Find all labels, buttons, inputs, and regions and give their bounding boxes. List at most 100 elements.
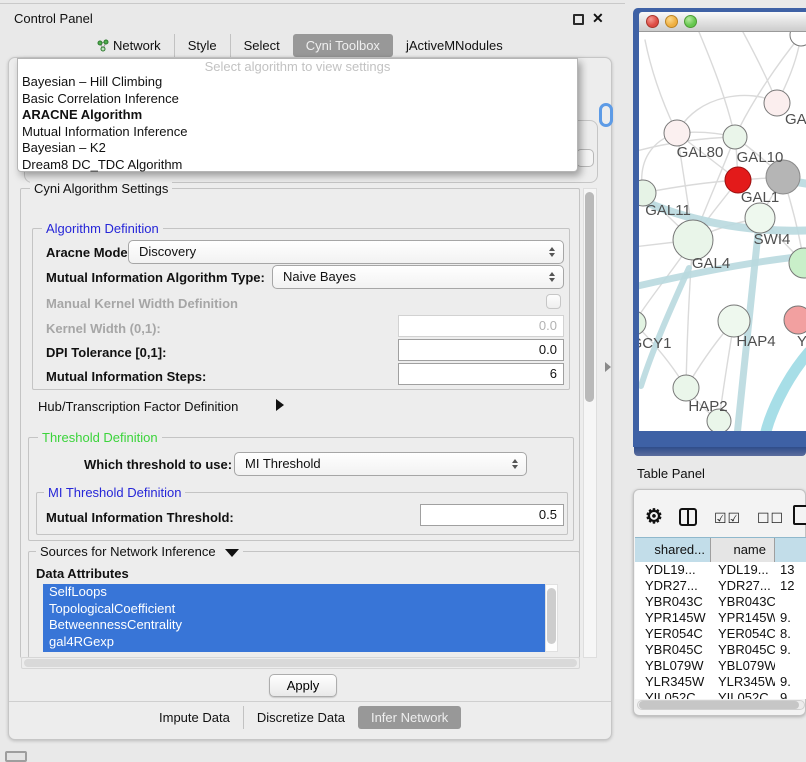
attr-list-scrollbar-thumb[interactable]	[547, 588, 556, 644]
dpi-tolerance-field[interactable]: 0.0	[398, 339, 564, 361]
expand-arrow-icon[interactable]	[276, 399, 284, 411]
data-attributes-label: Data Attributes	[36, 566, 129, 581]
network-node[interactable]	[673, 220, 713, 260]
algorithm-dropdown-placeholder: Select algorithm to view settings	[18, 59, 577, 74]
table-cell: YPR145W	[711, 610, 775, 626]
table-row[interactable]: YBL079WYBL079W	[635, 658, 806, 674]
network-node-label: GAL11	[645, 202, 691, 219]
stepper-arrows-icon	[549, 247, 555, 257]
attribute-item-gal4rgexp[interactable]: gal4RGexp	[43, 634, 545, 651]
cyni-algorithm-settings-title: Cyni Algorithm Settings	[30, 181, 172, 196]
new-table-icon[interactable]	[793, 505, 806, 525]
table-cell: YIL052C	[711, 690, 775, 699]
table-cell: YDL19...	[711, 562, 775, 578]
network-canvas[interactable]: GALGAL80GAL10GAL1GAL11SWI4GAL4GCY1HAP4YH…	[639, 32, 806, 431]
mi-threshold-field[interactable]: 0.5	[420, 504, 564, 526]
mi-threshold-group-title: MI Threshold Definition	[44, 485, 185, 500]
network-node[interactable]	[639, 311, 646, 335]
splitter-grip-icon[interactable]	[605, 362, 611, 372]
table-row[interactable]: YBR045CYBR045C9.	[635, 642, 806, 658]
table-row[interactable]: YLR345WYLR345W9.	[635, 674, 806, 690]
apply-button[interactable]: Apply	[269, 674, 337, 697]
collapse-arrow-icon[interactable]	[225, 549, 239, 557]
algorithm-option-bayesian-hill-climbing[interactable]: Bayesian – Hill Climbing	[18, 74, 577, 91]
algorithm-option-dream8-dc-tdc-algorithm[interactable]: Dream8 DC_TDC Algorithm	[18, 157, 577, 174]
network-node-label: GCY1	[639, 335, 671, 352]
window-top-edge	[0, 3, 625, 4]
table-cell: YBR043C	[635, 594, 711, 610]
which-threshold-combo[interactable]: MI Threshold	[234, 452, 527, 476]
algorithm-option-basic-correlation-inference[interactable]: Basic Correlation Inference	[18, 91, 577, 108]
obscured-button-fragment	[576, 149, 594, 167]
tab-select[interactable]: Select	[230, 34, 293, 57]
table-cell: 9.	[775, 674, 806, 690]
sources-group-title: Sources for Network Inference	[36, 544, 243, 559]
tab-jactivemnodules[interactable]: jActiveMNodules	[393, 34, 516, 57]
network-edge	[677, 95, 777, 133]
hub-definition-label: Hub/Transcription Factor Definition	[38, 399, 238, 414]
table-cell: YBR045C	[711, 642, 775, 658]
minimize-window-icon[interactable]	[665, 15, 678, 28]
table-cell: 12	[775, 578, 806, 594]
data-attributes-list[interactable]: SelfLoopsTopologicalCoefficientBetweenne…	[43, 584, 545, 652]
tab-infer-network[interactable]: Infer Network	[358, 706, 461, 729]
tab-style[interactable]: Style	[174, 34, 230, 57]
close-panel-icon[interactable]: ✕	[592, 10, 604, 27]
float-panel-icon[interactable]	[573, 14, 584, 25]
tab-cyni-toolbox[interactable]: Cyni Toolbox	[293, 34, 393, 57]
network-node[interactable]	[790, 32, 806, 46]
dock-icon[interactable]	[5, 751, 27, 762]
network-node[interactable]	[784, 306, 806, 334]
network-graph: GALGAL80GAL10GAL1GAL11SWI4GAL4GCY1HAP4YH…	[639, 32, 806, 431]
table-hscrollbar-thumb[interactable]	[639, 701, 799, 709]
table-header-row: shared... name	[635, 537, 806, 561]
aracne-mode-combo[interactable]: Discovery	[128, 240, 564, 264]
settings-scrollbar-thumb[interactable]	[585, 192, 594, 402]
obscured-focus-fragment	[599, 103, 613, 127]
network-node[interactable]	[745, 203, 775, 233]
table-cell: YER054C	[711, 626, 775, 642]
column-header-cut[interactable]	[775, 538, 806, 562]
manual-kernel-checkbox[interactable]	[546, 294, 561, 309]
attribute-item-selfloops[interactable]: SelfLoops	[43, 584, 545, 601]
aracne-mode-label: Aracne Mode:	[46, 245, 132, 260]
table-row[interactable]: YIL052CYIL052C9	[635, 690, 806, 699]
attribute-item-betweennesscentrality[interactable]: BetweennessCentrality	[43, 617, 545, 634]
algorithm-option-aracne-algorithm[interactable]: ARACNE Algorithm	[18, 107, 577, 124]
table-cell: YDR27...	[635, 578, 711, 594]
mi-type-combo[interactable]: Naive Bayes	[272, 265, 564, 289]
tab-discretize-data[interactable]: Discretize Data	[243, 706, 358, 729]
network-edge	[645, 40, 677, 133]
attribute-item-topologicalcoefficient[interactable]: TopologicalCoefficient	[43, 601, 545, 618]
column-header-name[interactable]: name	[711, 538, 775, 562]
network-node[interactable]	[664, 120, 690, 146]
table-row[interactable]: YPR145WYPR145W9.	[635, 610, 806, 626]
column-header-shared-name[interactable]: shared...	[635, 538, 711, 562]
deselect-all-checks-icon[interactable]: ☐☐	[757, 510, 784, 527]
algorithm-option-bayesian-k2[interactable]: Bayesian – K2	[18, 140, 577, 157]
algorithm-option-mutual-information-inference[interactable]: Mutual Information Inference	[18, 124, 577, 141]
table-row[interactable]: YDL19...YDL19...13	[635, 562, 806, 578]
close-window-icon[interactable]	[646, 15, 659, 28]
table-cell: YBR043C	[711, 594, 775, 610]
network-node[interactable]	[723, 125, 747, 149]
columns-icon[interactable]	[679, 508, 697, 526]
threshold-definition-title: Threshold Definition	[38, 430, 162, 445]
table-cell: 13	[775, 562, 806, 578]
table-cell	[775, 594, 806, 610]
zoom-window-icon[interactable]	[684, 15, 697, 28]
algorithm-dropdown-list: Select algorithm to view settings Bayesi…	[17, 58, 578, 172]
settings-hscrollbar-thumb[interactable]	[24, 659, 577, 667]
select-all-checks-icon[interactable]: ☑☑	[714, 510, 741, 527]
tab-impute-data[interactable]: Impute Data	[146, 706, 243, 729]
kernel-width-field[interactable]: 0.0	[398, 315, 564, 337]
network-node-label: HAP2	[688, 398, 727, 415]
network-node[interactable]	[789, 248, 806, 278]
table-row[interactable]: YBR043CYBR043C	[635, 594, 806, 610]
gear-icon[interactable]: ⚙	[645, 504, 663, 529]
tab-network[interactable]: Network	[84, 34, 174, 57]
table-row[interactable]: YER054CYER054C8.	[635, 626, 806, 642]
tab-label: Impute Data	[159, 706, 230, 729]
mi-steps-field[interactable]: 6	[398, 363, 564, 385]
table-row[interactable]: YDR27...YDR27...12	[635, 578, 806, 594]
